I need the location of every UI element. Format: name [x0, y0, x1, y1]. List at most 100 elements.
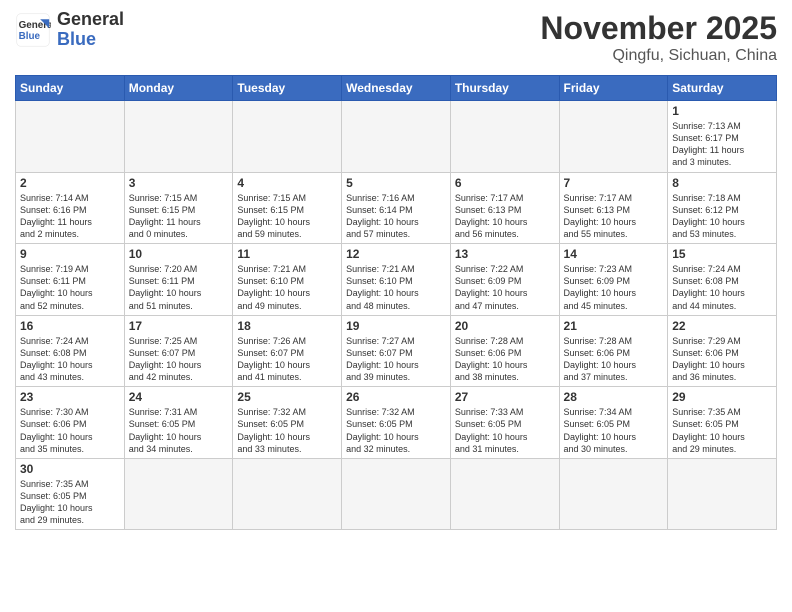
day-number: 8 — [672, 176, 772, 190]
day-number: 11 — [237, 247, 337, 261]
day-info: Sunrise: 7:21 AM Sunset: 6:10 PM Dayligh… — [237, 263, 337, 312]
calendar-cell: 19 Sunrise: 7:27 AM Sunset: 6:07 PM Dayli… — [342, 315, 451, 387]
calendar-cell: 26 Sunrise: 7:32 AM Sunset: 6:05 PM Dayli… — [342, 387, 451, 459]
weekday-header: Wednesday — [342, 76, 451, 101]
calendar-row: 30 Sunrise: 7:35 AM Sunset: 6:05 PM Dayli… — [16, 458, 777, 530]
calendar-cell: 6Sunrise: 7:17 AM Sunset: 6:13 PM Daylig… — [450, 172, 559, 244]
calendar-cell: 17 Sunrise: 7:25 AM Sunset: 6:07 PM Dayli… — [124, 315, 233, 387]
calendar-cell — [16, 101, 125, 173]
month-year: November 2025 — [540, 10, 777, 47]
day-info: Sunrise: 7:15 AM Sunset: 6:15 PM Dayligh… — [237, 192, 337, 241]
day-info: Sunrise: 7:32 AM Sunset: 6:05 PM Dayligh… — [237, 406, 337, 455]
calendar-body: 1 Sunrise: 7:13 AM Sunset: 6:17 PM Daylig… — [16, 101, 777, 530]
calendar-cell: 20Sunrise: 7:28 AM Sunset: 6:06 PM Dayli… — [450, 315, 559, 387]
day-info: Sunrise: 7:23 AM Sunset: 6:09 PM Dayligh… — [564, 263, 664, 312]
calendar-cell: 29 Sunrise: 7:35 AM Sunset: 6:05 PM Dayli… — [668, 387, 777, 459]
calendar-cell: 7 Sunrise: 7:17 AM Sunset: 6:13 PM Daylig… — [559, 172, 668, 244]
day-number: 9 — [20, 247, 120, 261]
svg-text:Blue: Blue — [19, 31, 41, 42]
calendar-cell: 12 Sunrise: 7:21 AM Sunset: 6:10 PM Dayli… — [342, 244, 451, 316]
day-info: Sunrise: 7:32 AM Sunset: 6:05 PM Dayligh… — [346, 406, 446, 455]
day-number: 4 — [237, 176, 337, 190]
calendar-cell — [342, 101, 451, 173]
calendar-cell: 9Sunrise: 7:19 AM Sunset: 6:11 PM Daylig… — [16, 244, 125, 316]
calendar-cell: 8 Sunrise: 7:18 AM Sunset: 6:12 PM Daylig… — [668, 172, 777, 244]
day-info: Sunrise: 7:25 AM Sunset: 6:07 PM Dayligh… — [129, 335, 229, 384]
weekday-header: Thursday — [450, 76, 559, 101]
day-number: 15 — [672, 247, 772, 261]
day-info: Sunrise: 7:34 AM Sunset: 6:05 PM Dayligh… — [564, 406, 664, 455]
calendar-row: 9Sunrise: 7:19 AM Sunset: 6:11 PM Daylig… — [16, 244, 777, 316]
calendar-cell: 2Sunrise: 7:14 AM Sunset: 6:16 PM Daylig… — [16, 172, 125, 244]
calendar-cell — [342, 458, 451, 530]
weekday-header: Friday — [559, 76, 668, 101]
calendar-cell: 24Sunrise: 7:31 AM Sunset: 6:05 PM Dayli… — [124, 387, 233, 459]
calendar-cell: 28 Sunrise: 7:34 AM Sunset: 6:05 PM Dayli… — [559, 387, 668, 459]
day-info: Sunrise: 7:21 AM Sunset: 6:10 PM Dayligh… — [346, 263, 446, 312]
calendar-row: 2Sunrise: 7:14 AM Sunset: 6:16 PM Daylig… — [16, 172, 777, 244]
weekday-header: Saturday — [668, 76, 777, 101]
day-info: Sunrise: 7:17 AM Sunset: 6:13 PM Dayligh… — [455, 192, 555, 241]
day-number: 26 — [346, 390, 446, 404]
calendar: SundayMondayTuesdayWednesdayThursdayFrid… — [15, 75, 777, 530]
calendar-cell: 13Sunrise: 7:22 AM Sunset: 6:09 PM Dayli… — [450, 244, 559, 316]
calendar-cell — [559, 458, 668, 530]
calendar-cell: 21Sunrise: 7:28 AM Sunset: 6:06 PM Dayli… — [559, 315, 668, 387]
calendar-row: 23Sunrise: 7:30 AM Sunset: 6:06 PM Dayli… — [16, 387, 777, 459]
day-number: 16 — [20, 319, 120, 333]
title-block: November 2025 Qingfu, Sichuan, China — [540, 10, 777, 65]
day-info: Sunrise: 7:27 AM Sunset: 6:07 PM Dayligh… — [346, 335, 446, 384]
day-info: Sunrise: 7:30 AM Sunset: 6:06 PM Dayligh… — [20, 406, 120, 455]
day-info: Sunrise: 7:35 AM Sunset: 6:05 PM Dayligh… — [672, 406, 772, 455]
calendar-cell — [233, 101, 342, 173]
calendar-cell — [124, 458, 233, 530]
calendar-cell: 1 Sunrise: 7:13 AM Sunset: 6:17 PM Daylig… — [668, 101, 777, 173]
day-number: 1 — [672, 104, 772, 118]
day-number: 25 — [237, 390, 337, 404]
calendar-cell: 27Sunrise: 7:33 AM Sunset: 6:05 PM Dayli… — [450, 387, 559, 459]
day-number: 19 — [346, 319, 446, 333]
calendar-cell: 11 Sunrise: 7:21 AM Sunset: 6:10 PM Dayli… — [233, 244, 342, 316]
day-info: Sunrise: 7:31 AM Sunset: 6:05 PM Dayligh… — [129, 406, 229, 455]
weekday-header: Monday — [124, 76, 233, 101]
day-info: Sunrise: 7:35 AM Sunset: 6:05 PM Dayligh… — [20, 478, 120, 527]
day-info: Sunrise: 7:17 AM Sunset: 6:13 PM Dayligh… — [564, 192, 664, 241]
page: General Blue General Blue November 2025 … — [0, 0, 792, 612]
day-info: Sunrise: 7:16 AM Sunset: 6:14 PM Dayligh… — [346, 192, 446, 241]
calendar-cell: 25 Sunrise: 7:32 AM Sunset: 6:05 PM Dayli… — [233, 387, 342, 459]
logo: General Blue General Blue — [15, 10, 124, 50]
day-info: Sunrise: 7:13 AM Sunset: 6:17 PM Dayligh… — [672, 120, 772, 169]
day-number: 27 — [455, 390, 555, 404]
day-number: 29 — [672, 390, 772, 404]
day-info: Sunrise: 7:15 AM Sunset: 6:15 PM Dayligh… — [129, 192, 229, 241]
calendar-cell — [124, 101, 233, 173]
day-number: 7 — [564, 176, 664, 190]
day-number: 30 — [20, 462, 120, 476]
calendar-cell: 16Sunrise: 7:24 AM Sunset: 6:08 PM Dayli… — [16, 315, 125, 387]
day-number: 28 — [564, 390, 664, 404]
day-number: 3 — [129, 176, 229, 190]
day-number: 17 — [129, 319, 229, 333]
day-number: 14 — [564, 247, 664, 261]
calendar-cell: 18 Sunrise: 7:26 AM Sunset: 6:07 PM Dayli… — [233, 315, 342, 387]
calendar-header: SundayMondayTuesdayWednesdayThursdayFrid… — [16, 76, 777, 101]
day-number: 12 — [346, 247, 446, 261]
day-info: Sunrise: 7:29 AM Sunset: 6:06 PM Dayligh… — [672, 335, 772, 384]
day-info: Sunrise: 7:20 AM Sunset: 6:11 PM Dayligh… — [129, 263, 229, 312]
calendar-cell — [450, 101, 559, 173]
day-number: 10 — [129, 247, 229, 261]
day-number: 5 — [346, 176, 446, 190]
calendar-cell — [559, 101, 668, 173]
day-info: Sunrise: 7:24 AM Sunset: 6:08 PM Dayligh… — [672, 263, 772, 312]
logo-icon: General Blue — [15, 12, 51, 48]
day-info: Sunrise: 7:14 AM Sunset: 6:16 PM Dayligh… — [20, 192, 120, 241]
day-info: Sunrise: 7:18 AM Sunset: 6:12 PM Dayligh… — [672, 192, 772, 241]
weekday-header: Tuesday — [233, 76, 342, 101]
day-number: 18 — [237, 319, 337, 333]
header: General Blue General Blue November 2025 … — [15, 10, 777, 65]
calendar-row: 1 Sunrise: 7:13 AM Sunset: 6:17 PM Daylig… — [16, 101, 777, 173]
calendar-cell: 30 Sunrise: 7:35 AM Sunset: 6:05 PM Dayli… — [16, 458, 125, 530]
day-number: 22 — [672, 319, 772, 333]
day-info: Sunrise: 7:26 AM Sunset: 6:07 PM Dayligh… — [237, 335, 337, 384]
day-info: Sunrise: 7:28 AM Sunset: 6:06 PM Dayligh… — [564, 335, 664, 384]
